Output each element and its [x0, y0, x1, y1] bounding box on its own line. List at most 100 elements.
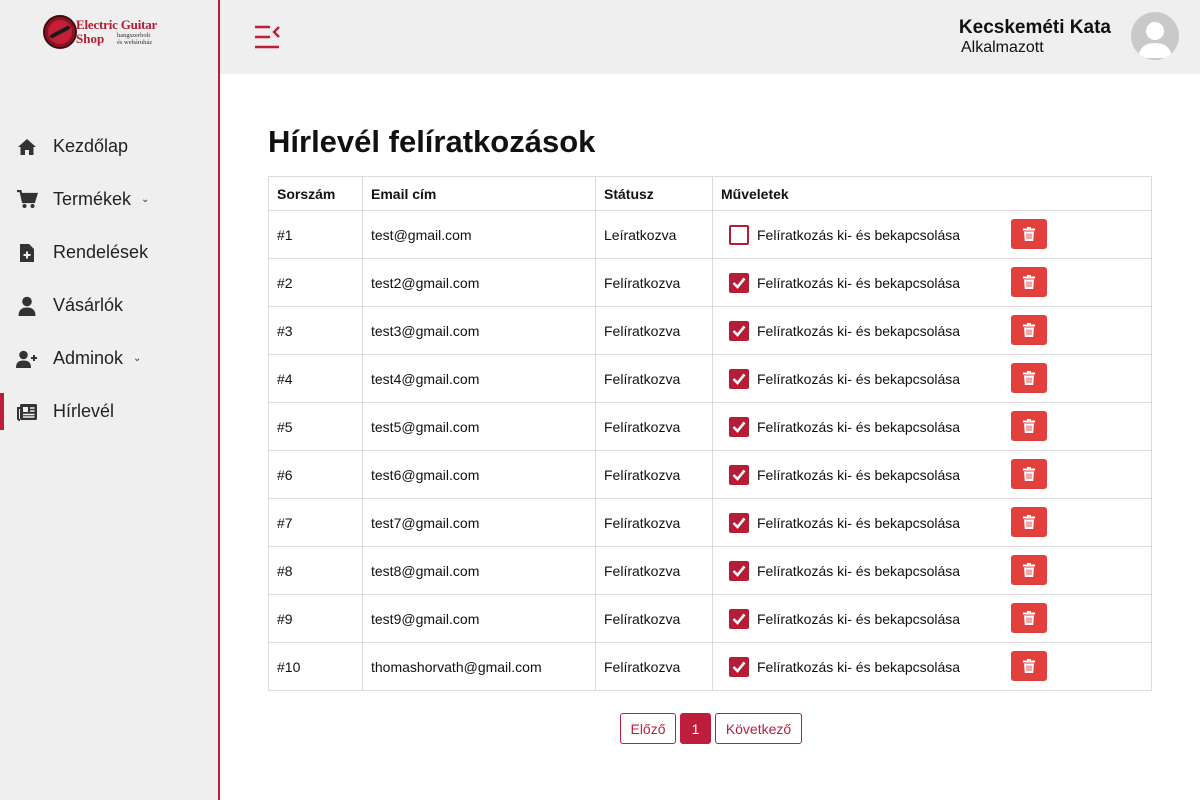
column-header-email: Email cím	[362, 176, 596, 211]
subscription-toggle-checkbox[interactable]	[729, 224, 749, 245]
delete-button[interactable]	[1011, 507, 1047, 537]
row-actions-group: Felíratkozás ki- és bekapcsolása	[721, 499, 1143, 546]
file-plus-icon	[16, 242, 38, 264]
pagination-next-button[interactable]: Következő	[715, 713, 802, 744]
delete-button[interactable]	[1011, 219, 1047, 249]
row-status: Felíratkozva	[595, 498, 713, 547]
subscription-toggle-label: Felíratkozás ki- és bekapcsolása	[757, 226, 961, 243]
user-role: Alkalmazott	[961, 39, 1044, 56]
delete-button[interactable]	[1011, 603, 1047, 633]
user-avatar-icon	[1138, 22, 1172, 58]
sidebar-collapse-icon[interactable]	[254, 24, 282, 50]
subscription-toggle-label: Felíratkozás ki- és bekapcsolása	[757, 418, 961, 435]
user-icon	[16, 295, 38, 317]
sidebar-item-label: Vásárlók	[53, 295, 124, 315]
row-actions: Felíratkozás ki- és bekapcsolása	[712, 546, 1152, 595]
delete-button[interactable]	[1011, 651, 1047, 681]
chevron-down-icon[interactable]: ⌄	[141, 194, 149, 205]
sidebar-item-hirlevel[interactable]: Hírlevél	[0, 385, 218, 438]
row-actions-group: Felíratkozás ki- és bekapcsolása	[721, 451, 1143, 498]
row-actions: Felíratkozás ki- és bekapcsolása	[712, 306, 1152, 355]
row-id: #7	[268, 498, 363, 547]
subscription-toggle-checkbox[interactable]	[729, 368, 749, 389]
subscription-toggle-checkbox[interactable]	[729, 608, 749, 629]
delete-button[interactable]	[1011, 363, 1047, 393]
subscription-toggle-checkbox[interactable]	[729, 416, 749, 437]
sidebar-item-label: Kezdőlap	[53, 136, 129, 156]
trash-icon	[1023, 467, 1035, 481]
row-actions: Felíratkozás ki- és bekapcsolása	[712, 498, 1152, 547]
row-email: test5@gmail.com	[362, 402, 596, 451]
row-email: test2@gmail.com	[362, 258, 596, 307]
column-header-status: Státusz	[595, 176, 713, 211]
check-icon	[732, 325, 746, 337]
row-status: Leíratkozva	[595, 210, 713, 259]
row-actions-group: Felíratkozás ki- és bekapcsolása	[721, 355, 1143, 402]
shop-logo[interactable]: Electric Guitar Shop hangszerbolt és web…	[43, 15, 178, 49]
delete-button[interactable]	[1011, 315, 1047, 345]
subscription-toggle-checkbox[interactable]	[729, 512, 749, 533]
row-id: #9	[268, 594, 363, 643]
subscription-toggle-label: Felíratkozás ki- és bekapcsolása	[757, 466, 961, 483]
row-email: test3@gmail.com	[362, 306, 596, 355]
delete-button[interactable]	[1011, 459, 1047, 489]
sidebar-item-termekek[interactable]: Termékek ⌄	[0, 173, 218, 226]
row-actions: Felíratkozás ki- és bekapcsolása	[712, 642, 1152, 691]
subscription-toggle-checkbox[interactable]	[729, 560, 749, 581]
row-actions: Felíratkozás ki- és bekapcsolása	[712, 210, 1152, 259]
trash-icon	[1023, 323, 1035, 337]
sidebar-item-kezdolap[interactable]: Kezdőlap	[0, 120, 218, 173]
row-email: test9@gmail.com	[362, 594, 596, 643]
pagination-prev-button[interactable]: Előző	[620, 713, 676, 744]
row-status: Felíratkozva	[595, 642, 713, 691]
subscription-toggle-label: Felíratkozás ki- és bekapcsolása	[757, 322, 961, 339]
trash-icon	[1023, 371, 1035, 385]
chevron-down-icon[interactable]: ⌄	[133, 353, 141, 364]
row-id: #2	[268, 258, 363, 307]
table-body: #1 test@gmail.com Leíratkozva Felíratkoz…	[268, 210, 1152, 691]
sidebar-item-vasarlok[interactable]: Vásárlók	[0, 279, 218, 332]
cart-icon	[16, 189, 38, 211]
subscription-toggle-checkbox[interactable]	[729, 464, 749, 485]
table-row: #4 test4@gmail.com Felíratkozva Felíratk…	[268, 354, 1152, 403]
table-row: #2 test2@gmail.com Felíratkozva Felíratk…	[268, 258, 1152, 307]
row-status: Felíratkozva	[595, 546, 713, 595]
subscriptions-table: Sorszám Email cím Státusz Műveletek #1 t…	[268, 176, 1152, 691]
pagination-page-1[interactable]: 1	[680, 713, 711, 744]
table-header-row: Sorszám Email cím Státusz Műveletek	[268, 176, 1152, 211]
delete-button[interactable]	[1011, 411, 1047, 441]
subscription-toggle-checkbox[interactable]	[729, 656, 749, 677]
sidebar: Electric Guitar Shop hangszerbolt és web…	[0, 0, 220, 800]
row-actions: Felíratkozás ki- és bekapcsolása	[712, 450, 1152, 499]
newspaper-icon	[16, 401, 38, 423]
home-icon	[16, 136, 38, 158]
delete-button[interactable]	[1011, 555, 1047, 585]
sidebar-item-label: Rendelések	[53, 242, 149, 262]
trash-icon	[1023, 563, 1035, 577]
subscription-toggle-label: Felíratkozás ki- és bekapcsolása	[757, 610, 961, 627]
row-status: Felíratkozva	[595, 594, 713, 643]
row-status: Felíratkozva	[595, 450, 713, 499]
subscription-toggle-label: Felíratkozás ki- és bekapcsolása	[757, 274, 961, 291]
user-plus-icon	[16, 348, 38, 370]
row-email: test7@gmail.com	[362, 498, 596, 547]
trash-icon	[1023, 227, 1035, 241]
check-icon	[732, 373, 746, 385]
sidebar-item-adminok[interactable]: Adminok ⌄	[0, 332, 218, 385]
logo-subtitle-line1: hangszerbolt	[117, 32, 151, 39]
subscription-toggle-label: Felíratkozás ki- és bekapcsolása	[757, 514, 961, 531]
row-id: #1	[268, 210, 363, 259]
subscription-toggle-checkbox[interactable]	[729, 320, 749, 341]
row-actions-group: Felíratkozás ki- és bekapcsolása	[721, 211, 1143, 258]
sidebar-item-rendelesek[interactable]: Rendelések	[0, 226, 218, 279]
row-email: test@gmail.com	[362, 210, 596, 259]
trash-icon	[1023, 419, 1035, 433]
sidebar-nav: Kezdőlap Termékek ⌄ Rendelések Vásárlók	[0, 120, 218, 438]
avatar[interactable]	[1131, 12, 1179, 60]
check-icon	[732, 661, 746, 673]
sidebar-item-label: Termékek	[53, 189, 132, 209]
table-row: #3 test3@gmail.com Felíratkozva Felíratk…	[268, 306, 1152, 355]
delete-button[interactable]	[1011, 267, 1047, 297]
logo-subtitle-line2: és webáruház	[117, 39, 153, 46]
subscription-toggle-checkbox[interactable]	[729, 272, 749, 293]
